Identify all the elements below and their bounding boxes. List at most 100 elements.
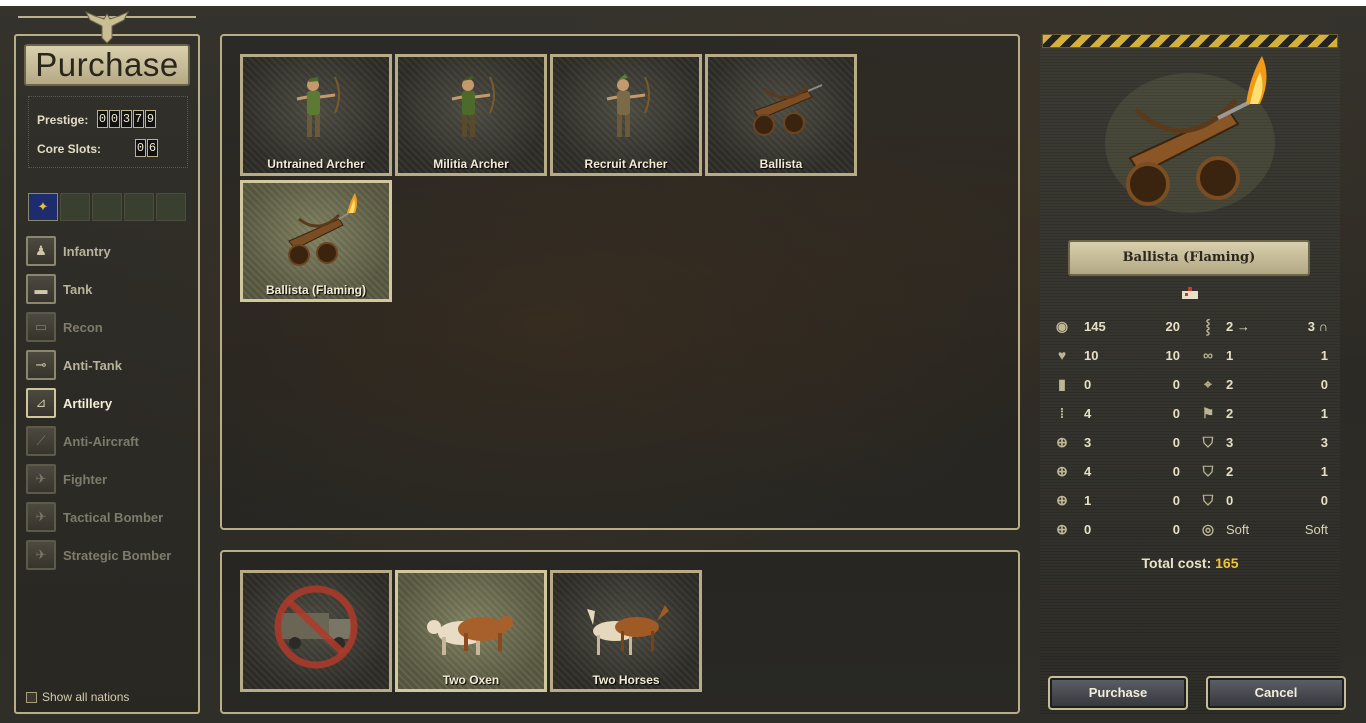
stat-value: 2 → xyxy=(1226,319,1250,334)
hard-attack-icon: ⊕ xyxy=(1056,463,1068,479)
stat-value: 0 xyxy=(1084,377,1092,392)
strategic-bomber-icon: ✈ xyxy=(26,540,56,570)
stat-value: 3 ∩ xyxy=(1307,319,1328,334)
air-attack-icon: ⊕ xyxy=(1056,492,1068,508)
stat-value: 2 xyxy=(1226,464,1234,479)
stat-row: ◉ 145 20 ⸾ 2 → 3 ∩ xyxy=(1048,316,1338,338)
stat-value: 0 xyxy=(1172,377,1180,392)
stat-value: 0 xyxy=(1084,522,1092,537)
prestige-digit: 0 xyxy=(109,110,120,128)
nation-slot-empty[interactable] xyxy=(92,193,122,221)
cancel-button[interactable]: Cancel xyxy=(1206,676,1346,710)
stat-row: ▮ 0 0 ⌖ 2 0 xyxy=(1048,374,1338,396)
nation-slot-empty[interactable] xyxy=(60,193,90,221)
category-label: Anti-Aircraft xyxy=(63,433,139,449)
ammo-icon: ⁞ xyxy=(1059,405,1065,421)
unit-type-icon xyxy=(1182,287,1198,299)
unit-list-panel: Untrained Archer Militia Archer Recruit … xyxy=(220,34,1020,530)
stat-value: 10 xyxy=(1084,348,1099,363)
close-defense-icon: ⛉ xyxy=(1202,492,1214,508)
stat-value: Soft xyxy=(1226,522,1250,537)
show-all-nations-label: Show all nations xyxy=(42,690,130,704)
fighter-icon: ✈ xyxy=(26,464,56,494)
nation-flag-icon[interactable]: ✦ xyxy=(28,193,58,221)
category-anti-aircraft[interactable]: ⟋ Anti-Aircraft xyxy=(26,426,196,456)
horses-icon xyxy=(587,605,669,655)
total-cost-value: 165 xyxy=(1215,555,1239,571)
category-tactical-bomber[interactable]: ✈ Tactical Bomber xyxy=(26,502,196,532)
category-recon[interactable]: ▭ Recon xyxy=(26,312,196,342)
category-anti-tank[interactable]: ⊸ Anti-Tank xyxy=(26,350,196,380)
stat-value: 2 xyxy=(1226,377,1234,392)
prestige-label: Prestige: xyxy=(37,113,89,127)
category-artillery[interactable]: ⊿ Artillery xyxy=(26,388,196,418)
stat-value: 1 xyxy=(1320,406,1328,421)
unit-card-ballista[interactable]: Ballista xyxy=(705,54,857,176)
ballista-flaming-icon xyxy=(288,193,357,266)
unit-card-militia-archer[interactable]: Militia Archer xyxy=(395,54,547,176)
stat-value: 145 xyxy=(1084,319,1106,334)
archer-icon xyxy=(296,76,340,137)
total-cost: Total cost: 165 xyxy=(1040,555,1340,571)
target-type-icon: ◎ xyxy=(1201,521,1215,537)
category-tank[interactable]: ▬ Tank xyxy=(26,274,196,304)
category-label: Strategic Bomber xyxy=(63,547,172,563)
prestige-counter: 0 0 3 7 9 xyxy=(97,110,156,128)
prestige-digit: 7 xyxy=(133,110,144,128)
stat-value: 0 xyxy=(1172,406,1180,421)
unit-card-untrained-archer[interactable]: Untrained Archer xyxy=(240,54,392,176)
initiative-icon: ⚑ xyxy=(1201,405,1215,421)
stat-row: ⊕ 3 0 ⛉ 3 3 xyxy=(1048,432,1338,454)
unit-card-label: Ballista (Flaming) xyxy=(265,283,366,297)
nation-slot-empty[interactable] xyxy=(156,193,186,221)
stat-value: 0 xyxy=(1172,522,1180,537)
unit-card-recruit-archer[interactable]: Recruit Archer xyxy=(550,54,702,176)
stat-value: 0 xyxy=(1320,493,1328,508)
selected-unit-name: Ballista (Flaming) xyxy=(1068,240,1310,276)
stat-value: 0 xyxy=(1172,493,1180,508)
prestige-digit: 0 xyxy=(97,110,108,128)
stat-value: 1 xyxy=(1226,348,1234,363)
window-top-edge xyxy=(0,0,1366,6)
stat-row: ⁞ 4 0 ⚑ 2 1 xyxy=(1048,403,1338,425)
soft-attack-icon: ⊕ xyxy=(1056,434,1068,450)
stat-value: 0 xyxy=(1226,493,1234,508)
core-slots-digit: 6 xyxy=(147,139,158,157)
heart-icon: ♥ xyxy=(1057,347,1067,363)
archer-icon xyxy=(451,75,495,137)
stat-value: 0 xyxy=(1320,377,1328,392)
nation-slot-empty[interactable] xyxy=(124,193,154,221)
eagle-emblem-icon xyxy=(84,10,130,44)
hazard-stripe xyxy=(1042,34,1338,48)
coins-icon: ◉ xyxy=(1055,318,1069,334)
category-fighter[interactable]: ✈ Fighter xyxy=(26,464,196,494)
stat-row: ⊕ 0 0 ◎ Soft Soft xyxy=(1048,519,1338,541)
category-infantry[interactable]: ♟ Infantry xyxy=(26,236,196,266)
purchase-button[interactable]: Purchase xyxy=(1048,676,1188,710)
show-all-nations-checkbox[interactable] xyxy=(26,691,37,703)
stat-row: ⊕ 4 0 ⛉ 2 1 xyxy=(1048,461,1338,483)
unit-card-label: Ballista xyxy=(759,157,803,171)
stat-value: 4 xyxy=(1084,464,1092,479)
stat-value: 3 xyxy=(1226,435,1234,450)
transport-card-two-horses[interactable]: Two Horses xyxy=(550,570,702,692)
crosshair-icon: ⌖ xyxy=(1204,376,1212,392)
unit-card-label: Untrained Archer xyxy=(267,157,365,171)
transport-card-label: Two Horses xyxy=(592,673,660,687)
archer-icon xyxy=(606,74,650,137)
nation-tabs: ✦ xyxy=(28,193,186,221)
ballista-flaming-portrait-icon xyxy=(1105,56,1275,213)
transport-card-two-oxen[interactable]: Two Oxen xyxy=(395,570,547,692)
unit-card-ballista-flaming[interactable]: Ballista (Flaming) xyxy=(240,180,392,302)
stat-value: 3 xyxy=(1320,435,1328,450)
prestige-digit: 3 xyxy=(121,110,132,128)
category-strategic-bomber[interactable]: ✈ Strategic Bomber xyxy=(26,540,196,570)
transport-panel: Two Oxen Two Horses xyxy=(220,550,1020,714)
infantry-icon: ♟ xyxy=(26,236,56,266)
fuel-icon: ▮ xyxy=(1058,376,1066,392)
transport-card-none[interactable] xyxy=(240,570,392,692)
stat-value: 2 xyxy=(1226,406,1234,421)
show-all-nations-toggle[interactable]: Show all nations xyxy=(26,690,129,704)
footsteps-icon: ⸾ xyxy=(1205,318,1211,334)
core-slots-label: Core Slots: xyxy=(37,142,102,156)
